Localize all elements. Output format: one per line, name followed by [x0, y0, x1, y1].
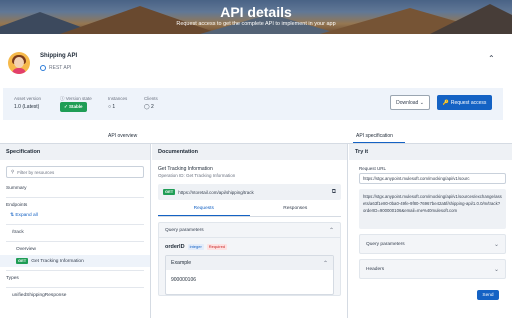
param-type-badge: integer	[187, 244, 204, 250]
chevron-down-icon: ⌄	[493, 241, 499, 248]
method-get-tracking[interactable]: GET Get Tracking Information	[0, 255, 150, 267]
asset-avatar	[8, 52, 30, 74]
param-row: orderID integer Required	[159, 238, 340, 250]
try-it-heading: Try it	[349, 144, 512, 160]
instances-label: Instances	[108, 96, 128, 101]
page-subtitle: Request access to get the complete API t…	[176, 21, 336, 27]
tab-api-overview[interactable]: API overview	[108, 133, 137, 139]
filter-resources-input[interactable]: ⚲ Filter by resources	[6, 166, 144, 178]
asset-name: Shipping API	[40, 53, 78, 59]
key-icon: 🔑	[442, 99, 449, 106]
full-request-url: https://stgx.anypoint.mulesoft.com/mocki…	[359, 189, 506, 229]
query-parameters-panel: Query parameters ⌃ orderID integer Requi…	[158, 222, 341, 296]
request-url-label: Request URL	[359, 166, 387, 171]
send-button[interactable]: Send	[477, 290, 499, 300]
clients-label: Clients	[144, 96, 158, 101]
example-value: 900000106	[171, 277, 197, 283]
asset-header	[0, 34, 512, 84]
tab-responses[interactable]: Responses	[250, 202, 342, 216]
request-url-input[interactable]: https://stgx.anypoint.mulesoft.com/mocki…	[359, 173, 506, 184]
example-box: Example ⌃ 900000106	[165, 255, 334, 295]
asset-type-label: REST API	[49, 65, 72, 71]
try-headers-toggle[interactable]: Headers ⌄	[359, 259, 506, 279]
collapse-header-button[interactable]: ⌃	[488, 54, 495, 63]
spec-summary-link[interactable]: Summary	[0, 184, 150, 194]
chevron-up-icon: ⌃	[328, 227, 334, 234]
try-query-parameters-toggle[interactable]: Query parameters ⌄	[359, 234, 506, 254]
tab-api-specification[interactable]: API specification	[356, 133, 393, 139]
expand-all-link[interactable]: ⇅ Expand all	[0, 211, 150, 221]
type-item[interactable]: unifiedShippingResponse	[0, 291, 150, 301]
chevron-down-icon: ⌄	[493, 266, 499, 273]
tab-requests[interactable]: Requests	[158, 202, 250, 216]
rest-api-icon	[40, 65, 46, 71]
specification-heading: Specification	[0, 144, 150, 160]
method-get-tracking-label: Get Tracking Information	[31, 258, 84, 264]
chevron-up-icon: ⌃	[322, 260, 328, 267]
copy-icon[interactable]: ⧉	[332, 189, 336, 196]
hero-banner: API details Request access to get the co…	[0, 0, 512, 34]
resource-track[interactable]: /track	[0, 228, 150, 238]
clients-value[interactable]: ◯ 2	[144, 104, 154, 110]
search-icon: ⚲	[11, 169, 15, 174]
chevron-down-icon: ⌄	[419, 99, 424, 106]
param-name: orderID	[165, 244, 185, 250]
endpoint-url: https://ntoretail.com/api/shipping/track	[178, 189, 254, 195]
example-toggle[interactable]: Example ⌃	[166, 256, 333, 270]
query-parameters-toggle[interactable]: Query parameters ⌃	[159, 223, 340, 238]
get-method-badge: GET	[163, 189, 176, 195]
asset-version-label: Asset version	[14, 96, 42, 101]
documentation-heading: Documentation	[152, 144, 347, 160]
instances-value[interactable]: ○ 1	[108, 104, 115, 110]
spec-types-heading: Types	[6, 276, 19, 281]
page-title: API details	[220, 4, 292, 20]
asset-version-value[interactable]: 1.0 (Latest)	[14, 104, 39, 110]
spec-endpoints-heading: Endpoints	[6, 203, 28, 208]
request-access-button[interactable]: 🔑 Request access	[437, 95, 492, 110]
endpoint-url-box: GET https://ntoretail.com/api/shipping/t…	[158, 184, 341, 200]
get-method-badge: GET	[16, 258, 29, 264]
operation-id: Operation ID: Get Tracking Information	[158, 173, 236, 178]
request-response-tabs: Requests Responses	[158, 202, 341, 217]
param-required-badge: Required	[206, 244, 228, 250]
stable-badge: ✓ Stable	[60, 102, 87, 112]
specification-panel: Specification ⚲ Filter by resources Summ…	[0, 144, 151, 318]
asset-type: REST API	[40, 65, 71, 71]
resource-overview-link[interactable]: Overview	[0, 245, 150, 255]
documentation-panel: Documentation Get Tracking Information O…	[152, 144, 348, 318]
download-button[interactable]: Download ⌄	[390, 95, 430, 110]
operation-title: Get Tracking Information	[158, 166, 213, 172]
